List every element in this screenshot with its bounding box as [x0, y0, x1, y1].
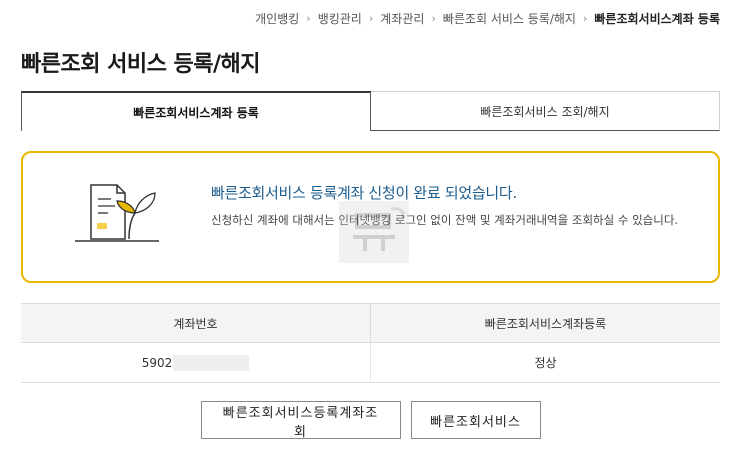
account-number-cell: 5902	[21, 343, 371, 382]
document-leaf-icon	[75, 184, 159, 242]
table-header-row: 계좌번호 빠른조회서비스계좌등록	[21, 303, 720, 343]
notice-headline: 빠른조회서비스 등록계좌 신청이 완료 되었습니다.	[211, 184, 517, 202]
page-title: 빠른조회 서비스 등록/해지	[21, 52, 261, 77]
account-number: 5902	[141, 355, 173, 370]
column-header-registration: 빠른조회서비스계좌등록	[484, 316, 607, 331]
notice-description: 신청하신 계좌에 대해서는 인터넷뱅킹 로그인 없이 잔액 및 계좌거래내역을 …	[211, 213, 679, 227]
breadcrumb-item-account-management[interactable]: 계좌관리	[380, 10, 424, 27]
account-table: 계좌번호 빠른조회서비스계좌등록 5902 정상	[21, 303, 720, 383]
action-buttons: 빠른조회서비스등록계좌조회 빠른조회서비스	[0, 401, 730, 440]
breadcrumb-item-quick-service[interactable]: 빠른조회 서비스 등록/해지	[443, 10, 576, 27]
tab-register-account[interactable]: 빠른조회서비스계좌 등록	[21, 91, 371, 131]
tab-inquiry-cancel[interactable]: 빠른조회서비스 조회/해지	[371, 91, 720, 131]
breadcrumb-item-current: 빠른조회서비스계좌 등록	[594, 12, 720, 26]
chevron-right-icon: ›	[306, 12, 311, 25]
quick-service-button[interactable]: 빠른조회서비스	[410, 401, 541, 439]
chevron-right-icon: ›	[582, 12, 588, 25]
chevron-right-icon: ›	[368, 12, 374, 25]
tab-bar: 빠른조회서비스계좌 등록 빠른조회서비스 조회/해지	[21, 91, 720, 131]
watermark-logo-icon	[339, 201, 409, 263]
table-row: 5902 정상	[21, 343, 720, 383]
chevron-right-icon: ›	[431, 12, 436, 25]
status-cell: 정상	[534, 356, 557, 370]
breadcrumb-item-banking-management[interactable]: 뱅킹관리	[318, 10, 362, 27]
column-header-account: 계좌번호	[21, 304, 371, 342]
masked-digits	[173, 354, 250, 371]
breadcrumb: 개인뱅킹 › 뱅킹관리 › 계좌관리 › 빠른조회 서비스 등록/해지 › 빠른…	[255, 10, 720, 27]
registered-accounts-button[interactable]: 빠른조회서비스등록계좌조회	[200, 401, 401, 440]
breadcrumb-item-personal-banking[interactable]: 개인뱅킹	[255, 10, 299, 27]
completion-notice: 빠른조회서비스 등록계좌 신청이 완료 되었습니다. 신청하신 계좌에 대해서는…	[21, 151, 720, 283]
